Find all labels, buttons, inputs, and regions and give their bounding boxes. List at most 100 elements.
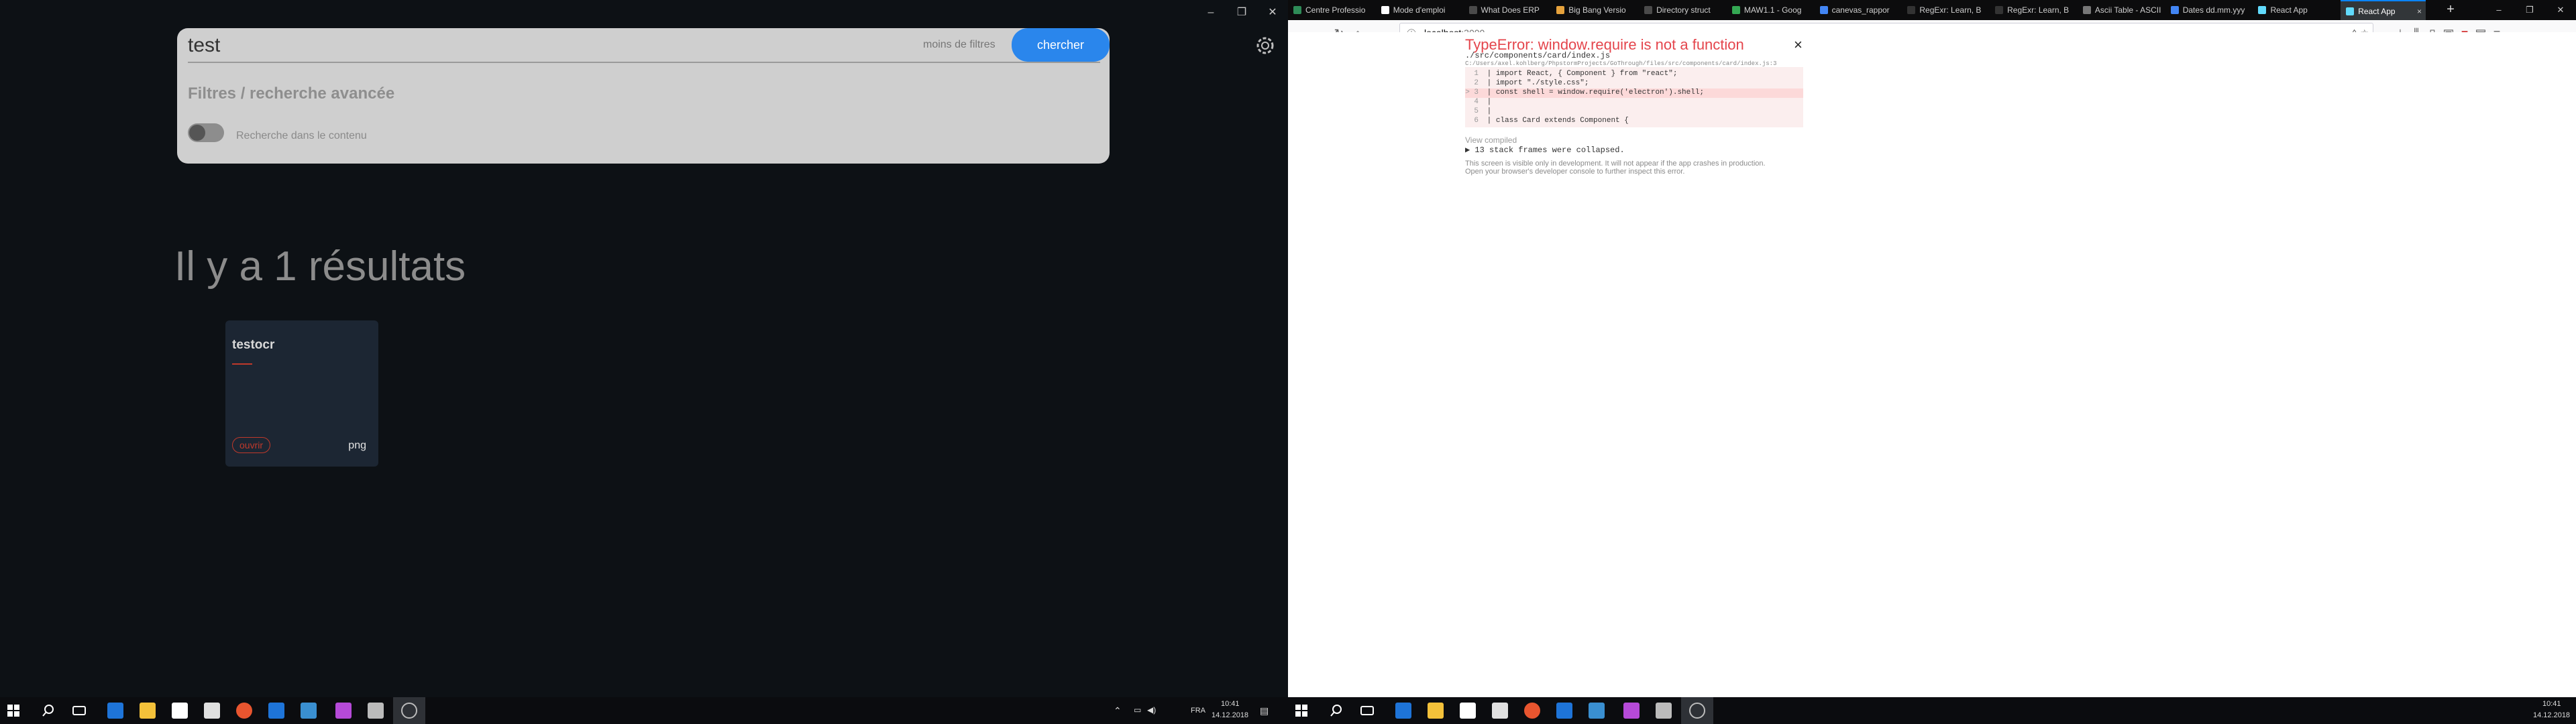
windows-start-icon[interactable] <box>1293 703 1309 719</box>
error-file: ./src/components/card/index.js <box>1465 51 1611 60</box>
windows-start-icon[interactable] <box>5 703 21 719</box>
tab-favicon-icon <box>2082 6 2091 14</box>
phpstorm-icon[interactable] <box>1623 703 1640 719</box>
close-button[interactable]: ✕ <box>2545 0 2576 20</box>
console-note: Open your browser's developer console to… <box>1465 168 1685 176</box>
collapsed-stack-frames[interactable]: ▶ 13 stack frames were collapsed. <box>1465 145 1625 155</box>
tab[interactable]: What Does ERP <box>1464 0 1549 20</box>
tab-label: RegExr: Learn, B <box>2007 5 2070 15</box>
task-view-icon[interactable] <box>1360 706 1374 715</box>
search-button[interactable]: chercher <box>1012 28 1110 62</box>
maximize-button[interactable]: ❐ <box>2514 0 2545 20</box>
tab[interactable]: Ascii Table - ASCII <box>2078 0 2163 20</box>
edge-icon[interactable] <box>107 703 123 719</box>
tab[interactable]: RegExr: Learn, B <box>1990 0 2075 20</box>
phpstorm-icon[interactable] <box>335 703 352 719</box>
gear-icon[interactable] <box>1252 32 1279 59</box>
page-content: TypeError: window.require is not a funct… <box>1288 32 2576 697</box>
tab[interactable]: Directory struct <box>1639 0 1724 20</box>
mail-icon[interactable] <box>204 703 220 719</box>
app-icon[interactable] <box>301 703 317 719</box>
edge-icon[interactable] <box>1395 703 1411 719</box>
tab[interactable]: React App <box>2253 0 2338 20</box>
firefox-icon[interactable] <box>1524 703 1540 719</box>
code-text: class Card extends Component { <box>1495 117 1629 125</box>
search-panel: moins de filtres chercher Filtres / rech… <box>177 28 1110 164</box>
close-button[interactable]: ✕ <box>1257 4 1288 21</box>
code-line: 2 | import "./style.css"; <box>1465 79 1803 88</box>
firefox-window: + – ❐ ✕ Centre Professio Mode d'emploi Wha… <box>1288 0 2576 724</box>
outlook-icon[interactable] <box>268 703 284 719</box>
search-icon[interactable] <box>40 703 56 719</box>
code-line: 1 | import React, { Component } from "re… <box>1465 70 1803 79</box>
tab-label: Big Bang Versio <box>1568 5 1626 15</box>
outlook-icon[interactable] <box>1556 703 1572 719</box>
code-line: 5 | <box>1465 107 1803 117</box>
line-number: 1 <box>1474 70 1479 78</box>
maximize-button[interactable]: ❐ <box>1226 4 1257 21</box>
notification-chevron-icon[interactable]: ⌃ <box>1114 705 1122 717</box>
app-icon[interactable] <box>368 703 384 719</box>
tab[interactable]: Dates dd.mm.yyy <box>2165 0 2251 20</box>
filters-title: Filtres / recherche avancée <box>188 84 395 103</box>
taskbar-right: 10:41 14.12.2018 <box>1288 697 2576 724</box>
tab-label: RegExr: Learn, B <box>1919 5 1982 15</box>
taskbar-left: ⌃ ▭ ◀) FRA 10:41 14.12.2018 ▤ <box>0 697 1288 724</box>
browser-window-controls: – ❐ ✕ <box>2483 0 2576 20</box>
search-icon[interactable] <box>1328 703 1344 719</box>
code-line: > 3 | const shell = window.require('elec… <box>1465 88 1803 98</box>
code-text: import "./style.css"; <box>1495 79 1589 87</box>
mail-icon[interactable] <box>1492 703 1508 719</box>
line-number: 2 <box>1474 79 1479 87</box>
code-frame: 1 | import React, { Component } from "re… <box>1465 67 1803 127</box>
app-icon[interactable] <box>1656 703 1672 719</box>
toggle-knob <box>189 125 205 141</box>
tab[interactable]: Centre Professio <box>1288 0 1373 20</box>
task-view-icon[interactable] <box>72 706 86 715</box>
volume-icon[interactable]: ◀) <box>1147 705 1156 715</box>
file-explorer-icon[interactable] <box>140 703 156 719</box>
store-icon[interactable] <box>172 703 188 719</box>
firefox-icon[interactable] <box>236 703 252 719</box>
close-overlay-button[interactable]: × <box>1794 36 1803 54</box>
tab[interactable]: canevas_rappor <box>1815 0 1900 20</box>
content-search-toggle[interactable] <box>188 123 224 142</box>
tab[interactable]: Big Bang Versio <box>1551 0 1636 20</box>
file-type-label: png <box>348 440 366 451</box>
dev-only-note: This screen is visible only in developme… <box>1465 160 1766 168</box>
result-card[interactable]: testocr ouvrir png <box>225 320 378 467</box>
tab-favicon-icon <box>1995 6 2004 14</box>
new-tab-button[interactable]: + <box>2440 0 2461 20</box>
tab-selected[interactable]: React App × <box>2341 0 2426 20</box>
tab-close-icon[interactable]: × <box>2417 1 2422 20</box>
tab-favicon-icon <box>1468 6 1477 14</box>
view-compiled-link[interactable]: View compiled <box>1465 135 1517 145</box>
store-icon[interactable] <box>1460 703 1476 719</box>
tab[interactable]: Mode d'emploi <box>1376 0 1461 20</box>
search-underline <box>188 62 1100 63</box>
tab-favicon-icon <box>1819 6 1828 14</box>
less-filters-link[interactable]: moins de filtres <box>923 39 996 51</box>
error-path: C:/Users/axel.kohlberg/PhpstormProjects/… <box>1465 60 1777 67</box>
tab-label: React App <box>2358 7 2396 16</box>
tab[interactable]: RegExr: Learn, B <box>1902 0 1987 20</box>
tab-favicon-icon <box>1644 6 1653 14</box>
clock-time[interactable]: 10:41 <box>1221 700 1240 708</box>
minimize-button[interactable]: – <box>2483 0 2514 20</box>
clock-time[interactable]: 10:41 <box>2542 700 2561 708</box>
app-icon[interactable] <box>1589 703 1605 719</box>
tab-label: Directory struct <box>1656 5 1711 15</box>
minimize-button[interactable]: – <box>1195 4 1226 21</box>
active-task-electron[interactable] <box>393 697 425 724</box>
notifications-icon[interactable]: ▤ <box>1260 705 1269 717</box>
code-text: const shell = window.require('electron')… <box>1495 88 1705 97</box>
file-explorer-icon[interactable] <box>1428 703 1444 719</box>
line-number: > 3 <box>1465 88 1479 97</box>
language-indicator[interactable]: FRA <box>1191 707 1205 715</box>
clock-date[interactable]: 14.12.2018 <box>1212 711 1248 719</box>
active-task-electron[interactable] <box>1681 697 1713 724</box>
clock-date[interactable]: 14.12.2018 <box>2533 711 2570 719</box>
tab[interactable]: MAW1.1 - Goog <box>1727 0 1812 20</box>
network-icon[interactable]: ▭ <box>1134 705 1141 715</box>
open-button[interactable]: ouvrir <box>232 437 271 453</box>
